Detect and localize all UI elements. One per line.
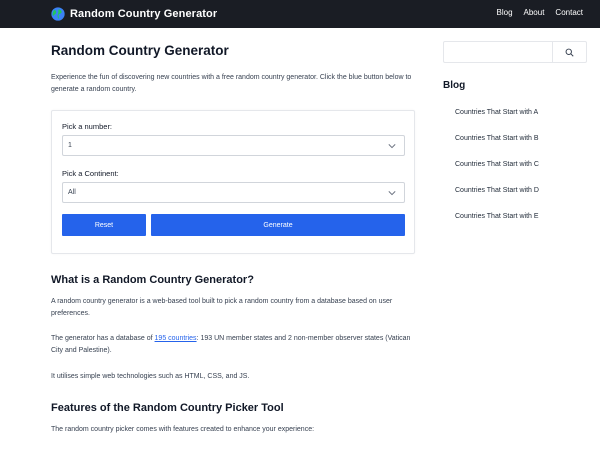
- brand-link[interactable]: Random Country Generator: [51, 6, 217, 22]
- number-label: Pick a number:: [62, 122, 113, 131]
- page-title: Random Country Generator: [51, 43, 229, 58]
- nav-link-about[interactable]: About: [524, 8, 545, 17]
- database-text-before: The generator has a database of: [51, 335, 155, 342]
- search-button[interactable]: [552, 42, 586, 62]
- blog-link-c[interactable]: Countries That Start with C: [455, 161, 539, 168]
- main-nav: Blog About Contact: [497, 8, 584, 17]
- nav-link-contact[interactable]: Contact: [555, 8, 583, 17]
- nav-link-blog[interactable]: Blog: [497, 8, 513, 17]
- search-input[interactable]: [446, 44, 552, 60]
- number-select-value: 1: [68, 142, 72, 149]
- continent-label: Pick a Continent:: [62, 169, 119, 178]
- section-heading-what-is: What is a Random Country Generator?: [51, 274, 254, 286]
- globe-icon: [51, 7, 65, 21]
- countries-link[interactable]: 195 countries: [155, 335, 197, 342]
- number-select[interactable]: 1: [62, 135, 405, 156]
- generate-button[interactable]: Generate: [151, 214, 405, 236]
- section-heading-features: Features of the Random Country Picker To…: [51, 402, 284, 414]
- blog-link-d[interactable]: Countries That Start with D: [455, 187, 539, 194]
- blog-heading: Blog: [443, 80, 466, 91]
- search-icon: [565, 48, 574, 57]
- top-navbar: Random Country Generator Blog About Cont…: [0, 0, 600, 28]
- paragraph-database: The generator has a database of 195 coun…: [51, 333, 419, 357]
- search-form: [443, 41, 587, 63]
- paragraph-features-intro: The random country picker comes with fea…: [51, 426, 315, 433]
- blog-link-e[interactable]: Countries That Start with E: [455, 213, 539, 220]
- brand-name: Random Country Generator: [70, 8, 218, 20]
- blog-link-b[interactable]: Countries That Start with B: [455, 135, 539, 142]
- continent-select-value: All: [68, 189, 76, 196]
- chevron-down-icon: [388, 144, 396, 149]
- generator-form: Pick a number: 1 Pick a Continent: All R…: [51, 110, 415, 254]
- chevron-down-icon: [388, 191, 396, 196]
- continent-select[interactable]: All: [62, 182, 405, 203]
- intro-paragraph: Experience the fun of discovering new co…: [51, 74, 412, 93]
- paragraph-definition: A random country generator is a web-base…: [51, 298, 393, 317]
- reset-button[interactable]: Reset: [62, 214, 146, 236]
- blog-link-a[interactable]: Countries That Start with A: [455, 109, 538, 116]
- paragraph-technologies: It utilises simple web technologies such…: [51, 373, 250, 380]
